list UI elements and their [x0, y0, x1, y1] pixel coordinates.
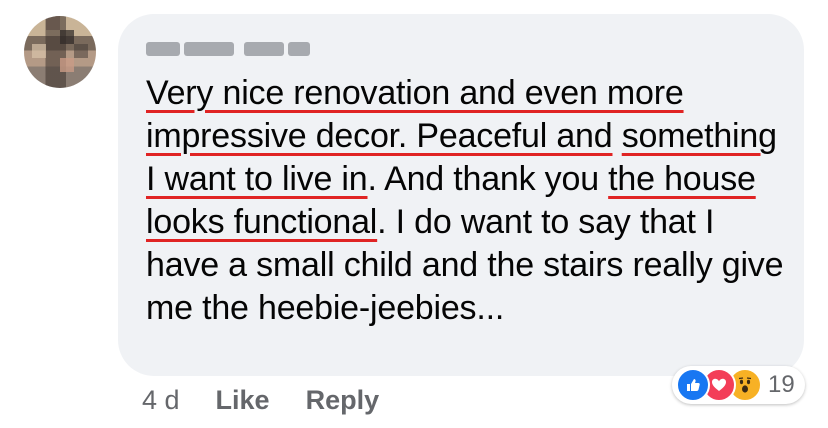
reaction-count: 19 [768, 371, 795, 398]
highlighted-text: Very nice renovation and even more [146, 74, 684, 112]
comment-text-segment: . And thank you [367, 160, 609, 198]
like-button[interactable]: Like [216, 385, 270, 416]
reply-button[interactable]: Reply [306, 385, 380, 416]
comment-actions: 4 d Like Reply [142, 383, 415, 417]
comment-text: Very nice renovation and even more impre… [146, 72, 786, 330]
highlighted-text: impressive decor. Peaceful and [146, 117, 613, 155]
avatar[interactable] [24, 16, 96, 88]
author-name-blurred[interactable] [146, 34, 316, 58]
comment-bubble: Very nice renovation and even more impre… [118, 14, 804, 376]
timestamp[interactable]: 4 d [142, 385, 180, 416]
reactions-summary[interactable]: 19 [672, 366, 805, 404]
like-icon [676, 368, 710, 402]
